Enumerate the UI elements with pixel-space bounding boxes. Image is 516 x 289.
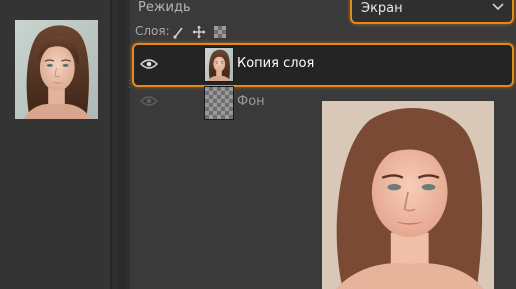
- blend-mode-row: Режидь Экран: [130, 0, 516, 24]
- composite-preview-image: [322, 101, 494, 289]
- checker-icon[interactable]: [214, 26, 226, 38]
- blend-mode-label: Режидь: [138, 0, 191, 15]
- eye-icon[interactable]: [140, 58, 158, 70]
- panel-splitter[interactable]: [118, 0, 126, 289]
- image-preview-thumbnail[interactable]: [15, 20, 98, 119]
- layers-label: Слоя:: [135, 24, 170, 38]
- layers-toolbar: Слоя:: [130, 24, 516, 42]
- blend-mode-value: Экран: [361, 1, 403, 16]
- layer-thumbnail: [204, 86, 234, 120]
- layer-name: Фон: [237, 94, 265, 109]
- move-icon[interactable]: [192, 25, 206, 39]
- splitter-grip-icon[interactable]: ⋮: [125, 80, 135, 97]
- layer-row-active[interactable]: Копия слоя: [132, 43, 514, 87]
- eye-icon[interactable]: [140, 95, 158, 107]
- blend-mode-select[interactable]: Экран: [350, 0, 514, 24]
- left-panel: [0, 0, 111, 289]
- panel-divider: [110, 0, 112, 289]
- brush-icon[interactable]: [172, 25, 186, 39]
- layer-thumbnail: [204, 47, 234, 82]
- layer-name: Копия слоя: [237, 56, 315, 71]
- chevron-down-icon: [492, 3, 504, 11]
